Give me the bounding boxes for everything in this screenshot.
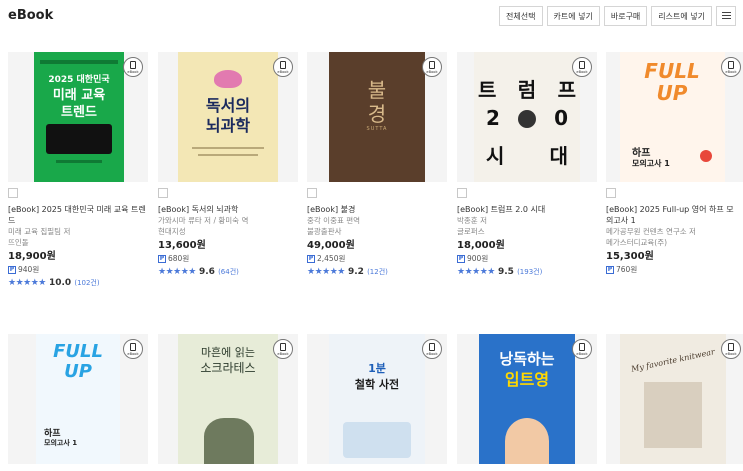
book-title[interactable]: [eBook] 2025 대한민국 미래 교육 트렌드 [8,204,153,226]
product-cover[interactable]: My favorite knitwear eBook [606,334,743,464]
book-author[interactable]: 가와시마 류타 저 / 황미숙 역 [158,215,303,226]
book-publisher[interactable]: 불광출판사 [307,226,452,237]
ebook-device-icon [280,342,286,351]
ebook-badge: eBook [422,57,442,77]
product-cover[interactable]: 2025 대한민국 미래 교육 트렌드 eBook [8,52,148,182]
points-icon: P [307,254,315,263]
ebook-badge: eBook [123,339,143,359]
ebook-device-icon [579,60,585,69]
book-publisher[interactable]: 글로퍼스 [457,226,602,237]
book-rating: ★★★★★ 9.2 (12건) [307,267,388,277]
ebook-device-icon [728,60,734,69]
cover-image: 마흔에 읽는 소크라테스 [178,334,278,464]
cover-image: 트럼프 20 시대 [474,52,580,182]
product-cover[interactable]: 1분 철학 사전 eBook [307,334,447,464]
points-icon: P [158,254,166,263]
list-view-icon [721,12,731,20]
rating-stars: ★★★★★ [457,267,495,277]
select-all-button[interactable]: 전체선택 [499,6,543,26]
rating-stars: ★★★★★ [158,267,196,277]
add-to-list-button[interactable]: 리스트에 넣기 [651,6,712,26]
book-points: P 760원 [606,265,638,274]
points-icon: P [8,265,16,274]
rating-stars: ★★★★★ [8,278,46,288]
rating-stars: ★★★★★ [307,267,345,277]
review-count[interactable]: (102건) [74,279,99,287]
select-checkbox[interactable] [8,188,18,198]
cover-image: 낭독하는 입트영 [479,334,575,464]
book-author[interactable]: 미래 교육 집필팀 저 [8,226,153,237]
book-price: 49,000원 [307,240,355,251]
points-icon: P [457,254,465,263]
book-price: 13,600원 [158,240,206,251]
product-cover[interactable]: FULL UP 하프 모의고사 1 eBook [606,52,743,182]
cover-image: FULL UP 하프 모의고사 1 [620,52,725,182]
ebook-badge: eBook [721,57,741,77]
book-rating: ★★★★★ 10.0 (102건) [8,278,100,288]
buy-now-button[interactable]: 바로구매 [603,6,648,26]
toolbar: 전체선택 카트에 넣기 바로구매 리스트에 넣기 [499,6,736,26]
ebook-badge: eBook [572,57,592,77]
book-title[interactable]: [eBook] 불경 [307,204,452,215]
product-cover[interactable]: 불 경 SUTTA eBook [307,52,447,182]
book-author[interactable]: 박종훈 저 [457,215,602,226]
section-header: eBook 전체선택 카트에 넣기 바로구매 리스트에 넣기 [0,0,743,32]
book-points: P 2,450원 [307,254,346,263]
book-author[interactable]: 메가공무원 컨텐츠 연구소 저 [606,226,738,237]
book-title[interactable]: [eBook] 2025 Full-up 영어 하프 모의고사 1 [606,204,738,226]
select-checkbox[interactable] [158,188,168,198]
book-publisher[interactable]: 메가스터디교육(주) [606,237,738,248]
book-rating: ★★★★★ 9.6 (64건) [158,267,239,277]
cover-image: 독서의 뇌과학 [178,52,278,182]
select-checkbox[interactable] [307,188,317,198]
ebook-badge: eBook [721,339,741,359]
section-title: eBook [8,8,54,23]
product-cover[interactable]: FULL UP 하프 모의고사 1 eBook [8,334,148,464]
list-view-button[interactable] [716,6,736,26]
book-price: 18,900원 [8,251,56,262]
add-to-cart-button[interactable]: 카트에 넣기 [546,6,600,26]
review-count[interactable]: (64건) [218,268,239,276]
select-checkbox[interactable] [606,188,616,198]
ebook-badge: eBook [572,339,592,359]
product-cover[interactable]: 독서의 뇌과학 eBook [158,52,298,182]
ebook-device-icon [728,342,734,351]
review-count[interactable]: (193건) [517,268,542,276]
cover-image: 불 경 SUTTA [329,52,425,182]
ebook-badge: eBook [123,57,143,77]
product-cover[interactable]: 트럼프 20 시대 eBook [457,52,597,182]
book-price: 18,000원 [457,240,505,251]
ebook-device-icon [579,342,585,351]
book-points: P 940원 [8,265,40,274]
cover-image: My favorite knitwear [620,334,726,464]
book-price: 15,300원 [606,251,654,262]
book-rating: ★★★★★ 9.5 (193건) [457,267,543,277]
book-publisher[interactable]: 현대지성 [158,226,303,237]
ebook-device-icon [429,60,435,69]
review-count[interactable]: (12건) [367,268,388,276]
ebook-badge: eBook [273,57,293,77]
product-cover[interactable]: 낭독하는 입트영 eBook [457,334,597,464]
cover-image: 2025 대한민국 미래 교육 트렌드 [34,52,124,182]
ebook-device-icon [280,60,286,69]
book-publisher[interactable]: 뜨인돌 [8,237,153,248]
cover-image: FULL UP 하프 모의고사 1 [36,334,120,464]
ebook-badge: eBook [422,339,442,359]
ebook-device-icon [130,60,136,69]
book-title[interactable]: [eBook] 독서의 뇌과학 [158,204,303,215]
book-title[interactable]: [eBook] 트럼프 2.0 시대 [457,204,602,215]
ebook-badge: eBook [273,339,293,359]
select-checkbox[interactable] [457,188,467,198]
ebook-device-icon [130,342,136,351]
book-author[interactable]: 중각 이중표 편역 [307,215,452,226]
ebook-device-icon [429,342,435,351]
book-points: P 900원 [457,254,489,263]
product-cover[interactable]: 마흔에 읽는 소크라테스 eBook [158,334,298,464]
cover-image: 1분 철학 사전 [329,334,425,464]
points-icon: P [606,265,614,274]
book-points: P 680원 [158,254,190,263]
